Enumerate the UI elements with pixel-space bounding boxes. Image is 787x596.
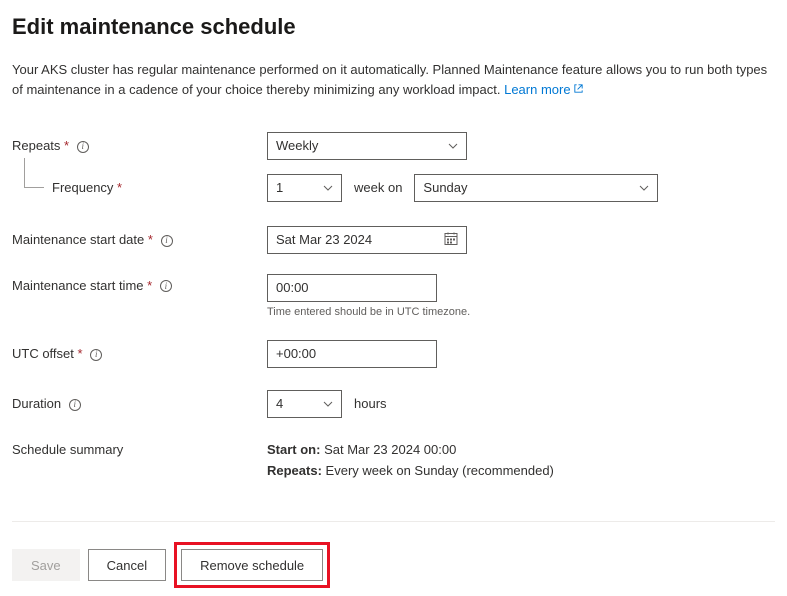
chevron-down-icon (323, 185, 333, 191)
save-button: Save (12, 549, 80, 581)
schedule-summary-label: Schedule summary (12, 440, 267, 457)
info-icon[interactable]: i (90, 349, 102, 361)
frequency-label: Frequency * (12, 180, 267, 195)
repeats-select[interactable]: Weekly (267, 132, 467, 160)
hours-text: hours (354, 396, 387, 411)
schedule-summary-value: Start on: Sat Mar 23 2024 00:00 Repeats:… (267, 440, 554, 482)
info-icon[interactable]: i (77, 141, 89, 153)
utc-offset-input[interactable]: +00:00 (267, 340, 437, 368)
calendar-icon[interactable] (444, 231, 458, 248)
frequency-day-select[interactable]: Sunday (414, 174, 658, 202)
description-text: Your AKS cluster has regular maintenance… (12, 60, 772, 100)
info-icon[interactable]: i (160, 280, 172, 292)
start-date-label: Maintenance start date * i (12, 232, 267, 247)
info-icon[interactable]: i (69, 399, 81, 411)
remove-schedule-highlight: Remove schedule (174, 542, 330, 588)
footer-actions: Save Cancel Remove schedule (12, 521, 775, 588)
frequency-count-select[interactable]: 1 (267, 174, 342, 202)
learn-more-link[interactable]: Learn more (504, 82, 583, 97)
page-title: Edit maintenance schedule (12, 14, 775, 40)
chevron-down-icon (323, 401, 333, 407)
duration-label: Duration i (12, 396, 267, 411)
start-time-input[interactable]: 00:00 (267, 274, 437, 302)
duration-select[interactable]: 4 (267, 390, 342, 418)
chevron-down-icon (639, 185, 649, 191)
info-icon[interactable]: i (161, 235, 173, 247)
repeats-label: Repeats * i (12, 138, 267, 153)
chevron-down-icon (448, 143, 458, 149)
cancel-button[interactable]: Cancel (88, 549, 166, 581)
start-time-label: Maintenance start time * i (12, 274, 267, 293)
start-date-input[interactable]: Sat Mar 23 2024 (267, 226, 467, 254)
remove-schedule-button[interactable]: Remove schedule (181, 549, 323, 581)
week-on-text: week on (354, 180, 402, 195)
external-link-icon (573, 80, 584, 100)
utc-offset-label: UTC offset * i (12, 346, 267, 361)
start-time-helper: Time entered should be in UTC timezone. (267, 306, 470, 318)
